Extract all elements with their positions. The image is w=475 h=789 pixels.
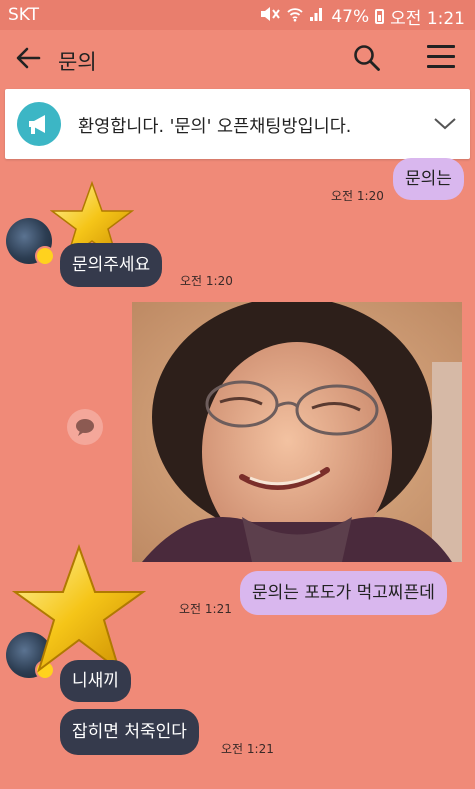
back-arrow-icon <box>16 47 41 69</box>
speech-bubble-icon <box>76 419 94 436</box>
photo-message[interactable] <box>132 302 462 562</box>
menu-icon-line <box>427 45 455 48</box>
notice-text: 환영합니다. '문의' 오픈채팅방입니다. <box>78 117 352 137</box>
portrait-photo <box>132 302 462 562</box>
status-icons: 47% 오전 1:21 <box>259 4 465 29</box>
status-bar: SKT 47% 오전 1:21 <box>0 0 475 30</box>
share-reaction-button[interactable] <box>67 409 103 445</box>
message-bubble-incoming[interactable]: 니새끼 <box>60 660 131 702</box>
carrier-label: SKT <box>8 5 40 25</box>
menu-icon-line <box>427 65 455 68</box>
menu-icon-line <box>427 55 455 58</box>
wifi-icon <box>287 6 303 27</box>
message-time: 오전 1:20 <box>331 189 384 203</box>
notice-banner[interactable]: 환영합니다. '문의' 오픈채팅방입니다. <box>5 89 470 159</box>
app-bar: 문의 <box>0 30 475 88</box>
back-button[interactable] <box>14 44 42 72</box>
message-time: 오전 1:21 <box>179 602 232 616</box>
message-time: 오전 1:21 <box>221 742 274 756</box>
message-bubble-outgoing[interactable]: 문의는 포도가 먹고찌픈데 <box>240 571 447 615</box>
chat-title: 문의 <box>58 50 97 74</box>
mute-icon <box>259 6 281 27</box>
message-bubble-outgoing[interactable]: 문의는 <box>393 158 464 200</box>
megaphone-icon <box>17 102 61 146</box>
message-time: 오전 1:20 <box>180 274 233 288</box>
battery-icon <box>375 9 385 24</box>
star-sticker-icon <box>12 544 146 673</box>
menu-button[interactable] <box>427 45 455 71</box>
avatar[interactable] <box>6 218 55 266</box>
search-button[interactable] <box>352 43 382 73</box>
search-icon <box>354 45 380 71</box>
message-bubble-incoming[interactable]: 문의주세요 <box>60 243 163 287</box>
clock: 오전 1:21 <box>390 9 465 29</box>
message-bubble-incoming[interactable]: 잡히면 처죽인다 <box>60 709 199 755</box>
chevron-down-icon[interactable] <box>433 113 457 133</box>
battery-percent: 47% <box>331 6 370 27</box>
signal-icon <box>309 6 325 27</box>
